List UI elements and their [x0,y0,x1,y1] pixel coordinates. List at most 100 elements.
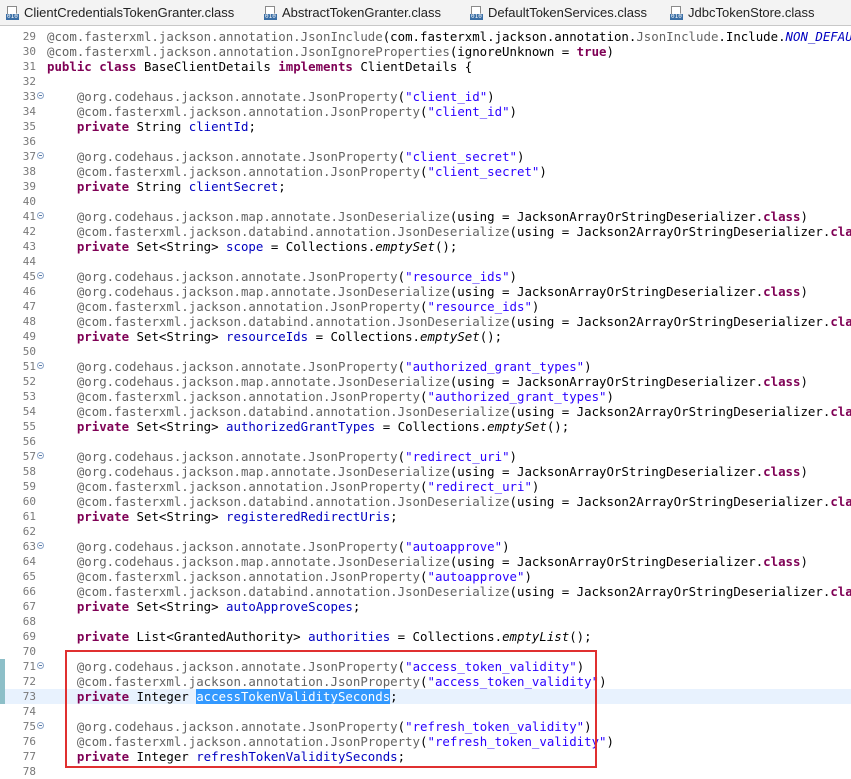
code-line[interactable]: 63 @org.codehaus.jackson.annotate.JsonPr… [0,539,851,554]
code-line[interactable]: 68 [0,614,851,629]
code-token: "redirect_uri" [405,449,510,464]
code-line[interactable]: 29 @com.fasterxml.jackson.annotation.Json… [0,29,851,44]
line-number: 59 [22,480,36,493]
code-line[interactable]: 47 @com.fasterxml.jackson.annotation.Jso… [0,299,851,314]
code-line[interactable]: 50 [0,344,851,359]
code-line[interactable]: 57 @org.codehaus.jackson.annotate.JsonPr… [0,449,851,464]
code-token: = Collections. [308,329,421,344]
code-token: emptySet [375,239,435,254]
code-line[interactable]: 51 @org.codehaus.jackson.annotate.JsonPr… [0,359,851,374]
tab-clientcredentialstokengranter[interactable]: 010 ClientCredentialsTokenGranter.class [6,0,234,25]
code-line[interactable]: 44 [0,254,851,269]
code-line[interactable]: 52 @org.codehaus.jackson.map.annotate.Js… [0,374,851,389]
code-line[interactable]: 60 @com.fasterxml.jackson.databind.annot… [0,494,851,509]
code-token: = Collections. [390,629,503,644]
code-line[interactable]: 56 [0,434,851,449]
code-line[interactable]: 66 @com.fasterxml.jackson.databind.annot… [0,584,851,599]
line-number: 61 [22,510,36,523]
fold-toggle-icon[interactable] [37,722,44,729]
code-token: class [763,284,801,299]
code-line[interactable]: 77 private Integer refreshTokenValidityS… [0,749,851,764]
code-text: @com.fasterxml.jackson.annotation.JsonPr… [47,104,517,119]
code-text: @com.fasterxml.jackson.annotation.JsonPr… [47,674,607,689]
code-line[interactable]: 75 @org.codehaus.jackson.annotate.JsonPr… [0,719,851,734]
code-token: private [76,179,130,194]
code-line[interactable]: 46 @org.codehaus.jackson.map.annotate.Js… [0,284,851,299]
fold-toggle-icon[interactable] [37,212,44,219]
code-token: (using = Jackson2ArrayOrStringDeserializ… [509,314,831,329]
code-line[interactable]: 71 @org.codehaus.jackson.annotate.JsonPr… [0,659,851,674]
line-number: 35 [22,120,36,133]
line-number: 33 [22,90,36,103]
code-line[interactable]: 36 [0,134,851,149]
code-line[interactable]: 70 [0,644,851,659]
code-token: ( [397,659,406,674]
code-line[interactable]: 48 @com.fasterxml.jackson.databind.annot… [0,314,851,329]
code-line[interactable]: 55 private Set<String> authorizedGrantTy… [0,419,851,434]
code-line[interactable]: 62 [0,524,851,539]
code-line[interactable]: 33 @org.codehaus.jackson.annotate.JsonPr… [0,89,851,104]
code-line[interactable]: 69 private List<GrantedAuthority> author… [0,629,851,644]
fold-toggle-icon[interactable] [37,452,44,459]
code-line[interactable]: 74 [0,704,851,719]
code-token: ( [397,719,406,734]
code-line[interactable]: 31 public class BaseClientDetails impleme… [0,59,851,74]
code-token: ) [509,269,518,284]
code-line[interactable]: 40 [0,194,851,209]
fold-toggle-icon[interactable] [37,272,44,279]
code-line[interactable]: 37 @org.codehaus.jackson.annotate.JsonPr… [0,149,851,164]
code-line[interactable]: 35 private String clientId; [0,119,851,134]
tab-jdbctokenstore[interactable]: 010 JdbcTokenStore.class [670,0,814,25]
code-line[interactable]: 42 @com.fasterxml.jackson.databind.annot… [0,224,851,239]
code-line[interactable]: 65 @com.fasterxml.jackson.annotation.Jso… [0,569,851,584]
code-token: JsonDeserialize [337,209,450,224]
code-line[interactable]: 38 @com.fasterxml.jackson.annotation.Jso… [0,164,851,179]
code-line[interactable]: 59 @com.fasterxml.jackson.annotation.Jso… [0,479,851,494]
code-token: JsonProperty [330,674,421,689]
code-text: @com.fasterxml.jackson.annotation.JsonIn… [47,29,851,44]
code-line[interactable]: 76 @com.fasterxml.jackson.annotation.Jso… [0,734,851,749]
fold-toggle-icon[interactable] [37,542,44,549]
code-token: class [763,554,801,569]
code-token: ) [800,554,808,569]
code-token: ) [800,209,808,224]
fold-toggle-icon[interactable] [37,662,44,669]
tab-abstracttokengranter[interactable]: 010 AbstractTokenGranter.class [264,0,441,25]
code-line[interactable]: 49 private Set<String> resourceIds = Col… [0,329,851,344]
code-line[interactable]: 67 private Set<String> autoApproveScopes… [0,599,851,614]
code-line[interactable]: 34 @com.fasterxml.jackson.annotation.Jso… [0,104,851,119]
code-token: @com.fasterxml.jackson.annotation. [76,674,331,689]
fold-toggle-icon[interactable] [37,152,44,159]
code-line[interactable]: 39 private String clientSecret; [0,179,851,194]
code-token: JsonDeserialize [397,584,510,599]
line-number: 63 [22,540,36,553]
code-text: private Set<String> autoApproveScopes; [47,599,361,614]
code-line[interactable]: 32 [0,74,851,89]
code-editor[interactable]: 29 @com.fasterxml.jackson.annotation.Json… [0,26,851,778]
code-line[interactable]: 64 @org.codehaus.jackson.map.annotate.Js… [0,554,851,569]
code-line[interactable]: 41 @org.codehaus.jackson.map.annotate.Js… [0,209,851,224]
code-line[interactable]: 73 private Integer accessTokenValiditySe… [0,689,851,704]
code-line[interactable]: 53 @com.fasterxml.jackson.annotation.Jso… [0,389,851,404]
code-line[interactable]: 43 private Set<String> scope = Collectio… [0,239,851,254]
tab-defaulttokenservices[interactable]: 010 DefaultTokenServices.class [470,0,647,25]
code-line[interactable]: 61 private Set<String> registeredRedirec… [0,509,851,524]
fold-toggle-icon[interactable] [37,362,44,369]
code-line[interactable]: 78 [0,764,851,779]
code-line[interactable]: 45 @org.codehaus.jackson.annotate.JsonPr… [0,269,851,284]
code-token: ) [584,359,592,374]
code-text: private Set<String> registeredRedirectUr… [47,509,398,524]
code-line[interactable]: 58 @org.codehaus.jackson.map.annotate.Js… [0,464,851,479]
fold-toggle-icon[interactable] [37,92,44,99]
code-token: @org.codehaus.jackson.annotate. [76,719,309,734]
code-token: "client_secret" [427,164,540,179]
code-line[interactable]: 30 @com.fasterxml.jackson.annotation.Json… [0,44,851,59]
code-line[interactable]: 54 @com.fasterxml.jackson.databind.annot… [0,404,851,419]
code-token: emptyList [502,629,570,644]
code-line[interactable]: 72 @com.fasterxml.jackson.annotation.Jso… [0,674,851,689]
